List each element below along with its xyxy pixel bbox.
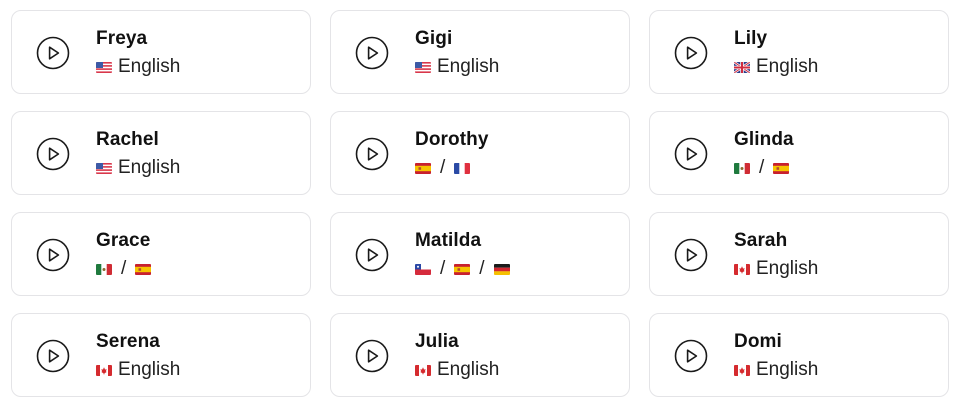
fr-flag-icon — [454, 162, 471, 174]
voice-languages: / / — [415, 258, 510, 280]
play-circle-icon[interactable] — [674, 36, 708, 70]
ca-flag-icon — [415, 364, 431, 376]
play-circle-icon[interactable] — [355, 238, 389, 272]
voice-card-matilda[interactable]: Matilda / / — [330, 212, 630, 296]
voice-language: English — [437, 56, 500, 77]
cl-flag-icon — [415, 263, 431, 275]
voice-language: English — [756, 359, 819, 380]
voice-name: Julia — [415, 331, 459, 352]
ca-flag-icon — [96, 364, 112, 376]
voice-language: English — [118, 157, 181, 178]
voice-card-domi[interactable]: Domi English — [649, 313, 949, 397]
voice-name: Rachel — [96, 129, 159, 150]
language-separator: / — [121, 258, 127, 279]
es-flag-icon — [454, 263, 471, 275]
voice-card-glinda[interactable]: Glinda / — [649, 111, 949, 195]
voice-card-julia[interactable]: Julia English — [330, 313, 630, 397]
voice-card-dorothy[interactable]: Dorothy / — [330, 111, 630, 195]
play-circle-icon[interactable] — [355, 137, 389, 171]
voice-name: Matilda — [415, 230, 482, 251]
voice-language: English — [118, 359, 181, 380]
ca-flag-icon — [734, 263, 750, 275]
play-circle-icon[interactable] — [674, 238, 708, 272]
voice-languages: English — [415, 359, 499, 381]
voice-language: English — [756, 56, 819, 77]
language-separator: / — [759, 157, 765, 178]
voice-card-sarah[interactable]: Sarah English — [649, 212, 949, 296]
voice-name: Gigi — [415, 28, 453, 49]
ca-flag-icon — [734, 364, 750, 376]
voice-languages: English — [96, 359, 180, 381]
voice-card-serena[interactable]: Serena English — [11, 313, 311, 397]
language-separator: / — [479, 258, 485, 279]
voice-card-gigi[interactable]: Gigi English — [330, 10, 630, 94]
play-circle-icon[interactable] — [674, 137, 708, 171]
voice-languages: / — [734, 157, 790, 179]
voice-languages: English — [96, 157, 180, 179]
play-circle-icon[interactable] — [36, 36, 70, 70]
language-separator: / — [440, 157, 446, 178]
voice-name: Grace — [96, 230, 151, 251]
de-flag-icon — [493, 263, 510, 275]
us-flag-icon — [96, 162, 112, 174]
language-separator: / — [440, 258, 446, 279]
voice-name: Serena — [96, 331, 160, 352]
uk-flag-icon — [734, 61, 750, 73]
voice-card-lily[interactable]: Lily English — [649, 10, 949, 94]
voice-languages: English — [734, 359, 818, 381]
mx-flag-icon — [96, 263, 112, 275]
voice-card-rachel[interactable]: Rachel English — [11, 111, 311, 195]
voice-languages: / — [415, 157, 471, 179]
voice-card-freya[interactable]: Freya English — [11, 10, 311, 94]
voice-name: Lily — [734, 28, 768, 49]
play-circle-icon[interactable] — [36, 339, 70, 373]
voice-card-grace[interactable]: Grace / — [11, 212, 311, 296]
voice-languages: English — [734, 258, 818, 280]
es-flag-icon — [773, 162, 790, 174]
es-flag-icon — [135, 263, 152, 275]
us-flag-icon — [96, 61, 112, 73]
voice-languages: English — [415, 56, 499, 78]
voice-name: Dorothy — [415, 129, 489, 150]
voice-name: Sarah — [734, 230, 788, 251]
voice-grid: Freya English Gigi English Lily English … — [0, 0, 968, 412]
play-circle-icon[interactable] — [36, 137, 70, 171]
play-circle-icon[interactable] — [355, 36, 389, 70]
voice-language: English — [756, 258, 819, 279]
us-flag-icon — [415, 61, 431, 73]
voice-languages: English — [734, 56, 818, 78]
voice-language: English — [437, 359, 500, 380]
voice-languages: English — [96, 56, 180, 78]
voice-name: Freya — [96, 28, 148, 49]
play-circle-icon[interactable] — [36, 238, 70, 272]
play-circle-icon[interactable] — [355, 339, 389, 373]
voice-name: Domi — [734, 331, 782, 352]
mx-flag-icon — [734, 162, 750, 174]
voice-language: English — [118, 56, 181, 77]
voice-languages: / — [96, 258, 152, 280]
voice-name: Glinda — [734, 129, 794, 150]
es-flag-icon — [415, 162, 431, 174]
play-circle-icon[interactable] — [674, 339, 708, 373]
